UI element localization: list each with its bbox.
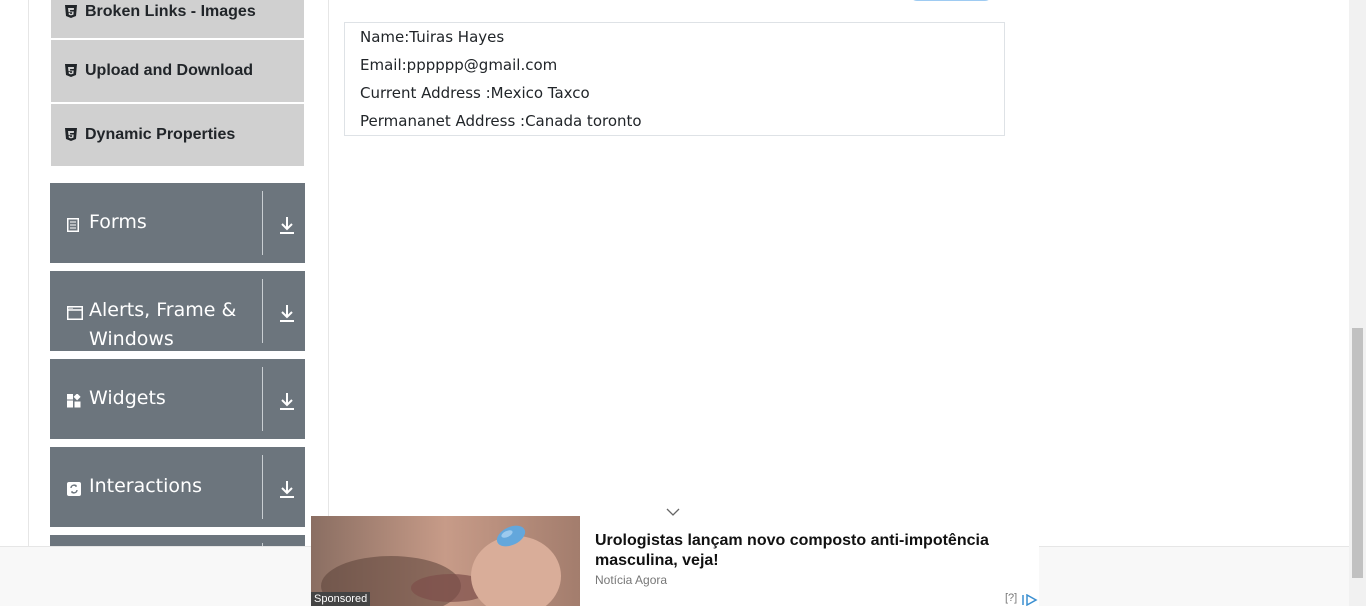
widgets-icon bbox=[67, 393, 81, 408]
group-separator bbox=[262, 191, 263, 255]
scrollbar-thumb[interactable] bbox=[1352, 328, 1363, 578]
group-alerts-frame-windows[interactable]: Alerts, Frame & Windows bbox=[50, 271, 305, 351]
group-separator bbox=[262, 455, 263, 519]
group-interactions[interactable]: Interactions bbox=[50, 447, 305, 527]
group-partial[interactable] bbox=[50, 535, 305, 546]
menu-item-label: Upload and Download bbox=[85, 62, 253, 79]
menu-item-dynamic-properties[interactable]: Dynamic Properties bbox=[51, 104, 304, 166]
output-name: Name:Tuiras Hayes bbox=[360, 28, 505, 46]
menu-item-broken-links[interactable]: Broken Links - Images bbox=[51, 0, 304, 38]
group-label: Widgets bbox=[89, 387, 166, 409]
submit-button-edge[interactable] bbox=[910, 0, 992, 1]
html5-icon bbox=[65, 128, 77, 142]
sidebar-divider bbox=[328, 0, 329, 546]
ad-choices-icon[interactable] bbox=[1022, 591, 1038, 610]
download-arrow-icon[interactable] bbox=[278, 303, 296, 323]
download-arrow-icon[interactable] bbox=[278, 215, 296, 235]
html5-icon bbox=[65, 64, 77, 78]
group-label: Interactions bbox=[89, 475, 202, 497]
interactions-icon bbox=[67, 481, 81, 496]
window-icon bbox=[67, 305, 83, 320]
ad-info-link[interactable]: [?] bbox=[1005, 592, 1017, 604]
group-label: Alerts, Frame & Windows bbox=[89, 299, 237, 350]
menu-item-label: Broken Links - Images bbox=[85, 3, 256, 20]
ad-banner[interactable]: Sponsored Urologistas lançam novo compos… bbox=[311, 516, 1039, 607]
ad-image[interactable]: Sponsored bbox=[311, 516, 580, 606]
group-forms[interactable]: Forms bbox=[50, 183, 305, 263]
output-current-address: Current Address :Mexico Taxco bbox=[360, 84, 590, 102]
ad-sponsored-label: Sponsored bbox=[311, 592, 371, 606]
group-separator bbox=[262, 279, 263, 343]
group-label: Forms bbox=[89, 211, 147, 233]
group-separator bbox=[262, 367, 263, 431]
ad-headline[interactable]: Urologistas lançam novo composto anti-im… bbox=[595, 531, 1015, 571]
output-email: Email:pppppp@gmail.com bbox=[360, 56, 558, 74]
page-scrollbar[interactable] bbox=[1349, 0, 1366, 606]
menu-item-upload-download[interactable]: Upload and Download bbox=[51, 40, 304, 102]
group-widgets[interactable]: Widgets bbox=[50, 359, 305, 439]
download-arrow-icon[interactable] bbox=[278, 479, 296, 499]
download-arrow-icon[interactable] bbox=[278, 391, 296, 411]
html5-icon bbox=[65, 5, 77, 19]
output-box: Name:Tuiras Hayes Email:pppppp@gmail.com… bbox=[344, 22, 1005, 136]
output-permanent-address: Permananet Address :Canada toronto bbox=[360, 112, 642, 130]
ad-source: Notícia Agora bbox=[595, 573, 668, 587]
page-border bbox=[28, 0, 29, 606]
menu-item-label: Dynamic Properties bbox=[85, 126, 236, 143]
form-icon bbox=[67, 217, 81, 232]
